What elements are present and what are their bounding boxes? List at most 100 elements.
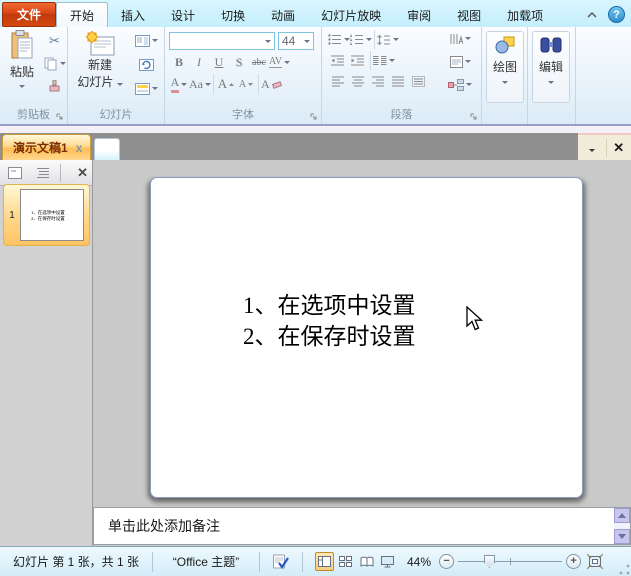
notes-scrollbar[interactable] — [614, 507, 631, 545]
theme-status[interactable]: “Office 主题” — [153, 547, 259, 576]
tab-slideshow[interactable]: 幻灯片放映 — [308, 4, 394, 27]
font-color-dropdown-arrow[interactable] — [181, 83, 187, 86]
tab-bar-close-button[interactable]: ✕ — [613, 140, 624, 156]
columns-dropdown-arrow[interactable] — [389, 59, 395, 62]
font-size-dropdown-arrow[interactable] — [304, 40, 310, 43]
paste-dropdown-arrow[interactable] — [19, 85, 25, 88]
drawing-dropdown-arrow[interactable] — [502, 81, 508, 84]
convert-smartart-button[interactable] — [443, 75, 477, 94]
slide-number-status[interactable]: 幻灯片 第 1 张，共 1 张 — [0, 547, 152, 576]
font-color-button[interactable]: A — [169, 75, 189, 94]
spellcheck-status-button[interactable] — [260, 547, 302, 576]
reset-slide-button[interactable] — [130, 55, 163, 74]
align-text-button[interactable] — [443, 52, 477, 71]
format-painter-button[interactable] — [42, 77, 67, 96]
copy-dropdown-arrow[interactable] — [60, 62, 66, 65]
scroll-up-button[interactable] — [614, 508, 630, 523]
decrease-indent-button[interactable] — [328, 51, 348, 70]
numbering-button[interactable] — [350, 30, 372, 49]
reading-view-button[interactable] — [357, 552, 376, 571]
bold-button[interactable]: B — [169, 53, 189, 72]
shrink-font-button[interactable]: A — [236, 75, 256, 94]
strikethrough-button[interactable]: abc — [249, 53, 269, 72]
editing-dropdown-arrow[interactable] — [548, 81, 554, 84]
distribute-button[interactable] — [408, 72, 428, 91]
slides-tab-button[interactable] — [4, 163, 26, 183]
tab-design[interactable]: 设计 — [158, 4, 208, 27]
tab-view[interactable]: 视图 — [444, 4, 494, 27]
change-case-button[interactable]: Aa — [189, 75, 211, 94]
new-document-tab-button[interactable] — [94, 138, 120, 160]
shrink-arrow — [248, 82, 253, 87]
zoom-in-button[interactable]: + — [566, 554, 581, 569]
tab-insert[interactable]: 插入 — [108, 4, 158, 27]
font-name-combo[interactable] — [169, 32, 275, 50]
document-tab-close-icon[interactable]: x — [76, 141, 83, 155]
align-center-button[interactable] — [348, 72, 368, 91]
document-tab-active[interactable]: 演示文稿1 x — [2, 134, 91, 160]
new-slide-button[interactable]: 新建 幻灯片 — [74, 30, 126, 106]
text-shadow-button[interactable]: S — [229, 53, 249, 72]
text-direction-button[interactable] — [443, 29, 477, 48]
new-slide-dropdown-arrow[interactable] — [117, 83, 123, 86]
clipboard-dialog-launcher[interactable] — [56, 113, 64, 121]
underline-button[interactable]: U — [209, 53, 229, 72]
editing-button[interactable]: 编辑 — [532, 31, 570, 103]
section-button[interactable] — [130, 79, 163, 98]
increase-indent-button[interactable] — [348, 51, 368, 70]
justify-button[interactable] — [388, 72, 408, 91]
char-spacing-button[interactable]: AV — [269, 53, 290, 72]
font-size-combo[interactable]: 44 — [278, 32, 314, 50]
tab-addins[interactable]: 加载项 — [494, 4, 556, 27]
italic-button[interactable]: I — [189, 53, 209, 72]
font-dialog-launcher[interactable] — [310, 113, 318, 121]
align-text-dropdown-arrow[interactable] — [465, 60, 471, 63]
tab-animations[interactable]: 动画 — [258, 4, 308, 27]
layout-dropdown-arrow[interactable] — [152, 39, 158, 42]
zoom-out-button[interactable]: − — [439, 554, 454, 569]
tab-transitions[interactable]: 切换 — [208, 4, 258, 27]
paragraph-dialog-launcher[interactable] — [470, 113, 478, 121]
columns-button[interactable] — [373, 51, 395, 70]
minimize-ribbon-button[interactable] — [584, 8, 600, 22]
align-left-button[interactable] — [328, 72, 348, 91]
slide-layout-button[interactable] — [130, 31, 163, 50]
change-case-dropdown-arrow[interactable] — [205, 83, 211, 86]
window-resize-grip[interactable] — [618, 563, 631, 576]
grow-font-button[interactable]: A — [216, 75, 236, 94]
line-spacing-button[interactable] — [377, 30, 399, 49]
slide-sorter-view-button[interactable] — [336, 552, 355, 571]
notes-pane[interactable]: 单击此处添加备注 — [93, 507, 614, 545]
smartart-dropdown-arrow[interactable] — [466, 83, 472, 86]
zoom-level-text[interactable]: 44% — [407, 555, 431, 569]
align-right-button[interactable] — [368, 72, 388, 91]
font-name-dropdown-arrow[interactable] — [265, 40, 271, 43]
line-spacing-dropdown-arrow[interactable] — [393, 38, 399, 41]
section-dropdown-arrow[interactable] — [152, 87, 158, 90]
outline-tab-button[interactable] — [32, 163, 54, 183]
scroll-down-button[interactable] — [614, 529, 630, 544]
copy-button[interactable] — [42, 54, 67, 73]
slide-thumbnail-1[interactable]: 1 1、在选项中设置 2、在保存时设置 — [3, 184, 90, 246]
tab-list-dropdown-button[interactable] — [585, 137, 599, 159]
tab-review[interactable]: 审阅 — [394, 4, 444, 27]
cut-button[interactable]: ✂ — [42, 31, 67, 50]
normal-view-button[interactable] — [315, 552, 334, 571]
zoom-slider[interactable] — [458, 554, 562, 569]
clear-formatting-button[interactable]: A — [261, 75, 282, 94]
slides-panel-close-button[interactable]: ✕ — [77, 165, 88, 181]
tab-home[interactable]: 开始 — [56, 2, 108, 27]
fit-slide-to-window-button[interactable] — [587, 554, 603, 569]
powerpoint-window: 文件 开始 插入 设计 切换 动画 幻灯片放映 审阅 视图 加载项 ? — [0, 0, 631, 576]
slideshow-view-button[interactable] — [378, 552, 397, 571]
zoom-slider-thumb[interactable] — [484, 555, 495, 568]
numbering-dropdown-arrow[interactable] — [366, 38, 372, 41]
char-spacing-dropdown-arrow[interactable] — [284, 61, 290, 64]
slide-text-box[interactable]: 1、在选项中设置 2、在保存时设置 — [243, 290, 416, 352]
text-direction-dropdown-arrow[interactable] — [465, 37, 471, 40]
paste-button[interactable]: 粘贴 — [2, 30, 42, 104]
bullets-button[interactable] — [328, 30, 350, 49]
drawing-button[interactable]: 绘图 — [486, 31, 524, 103]
tab-file[interactable]: 文件 — [2, 2, 56, 27]
help-button[interactable]: ? — [608, 6, 625, 23]
